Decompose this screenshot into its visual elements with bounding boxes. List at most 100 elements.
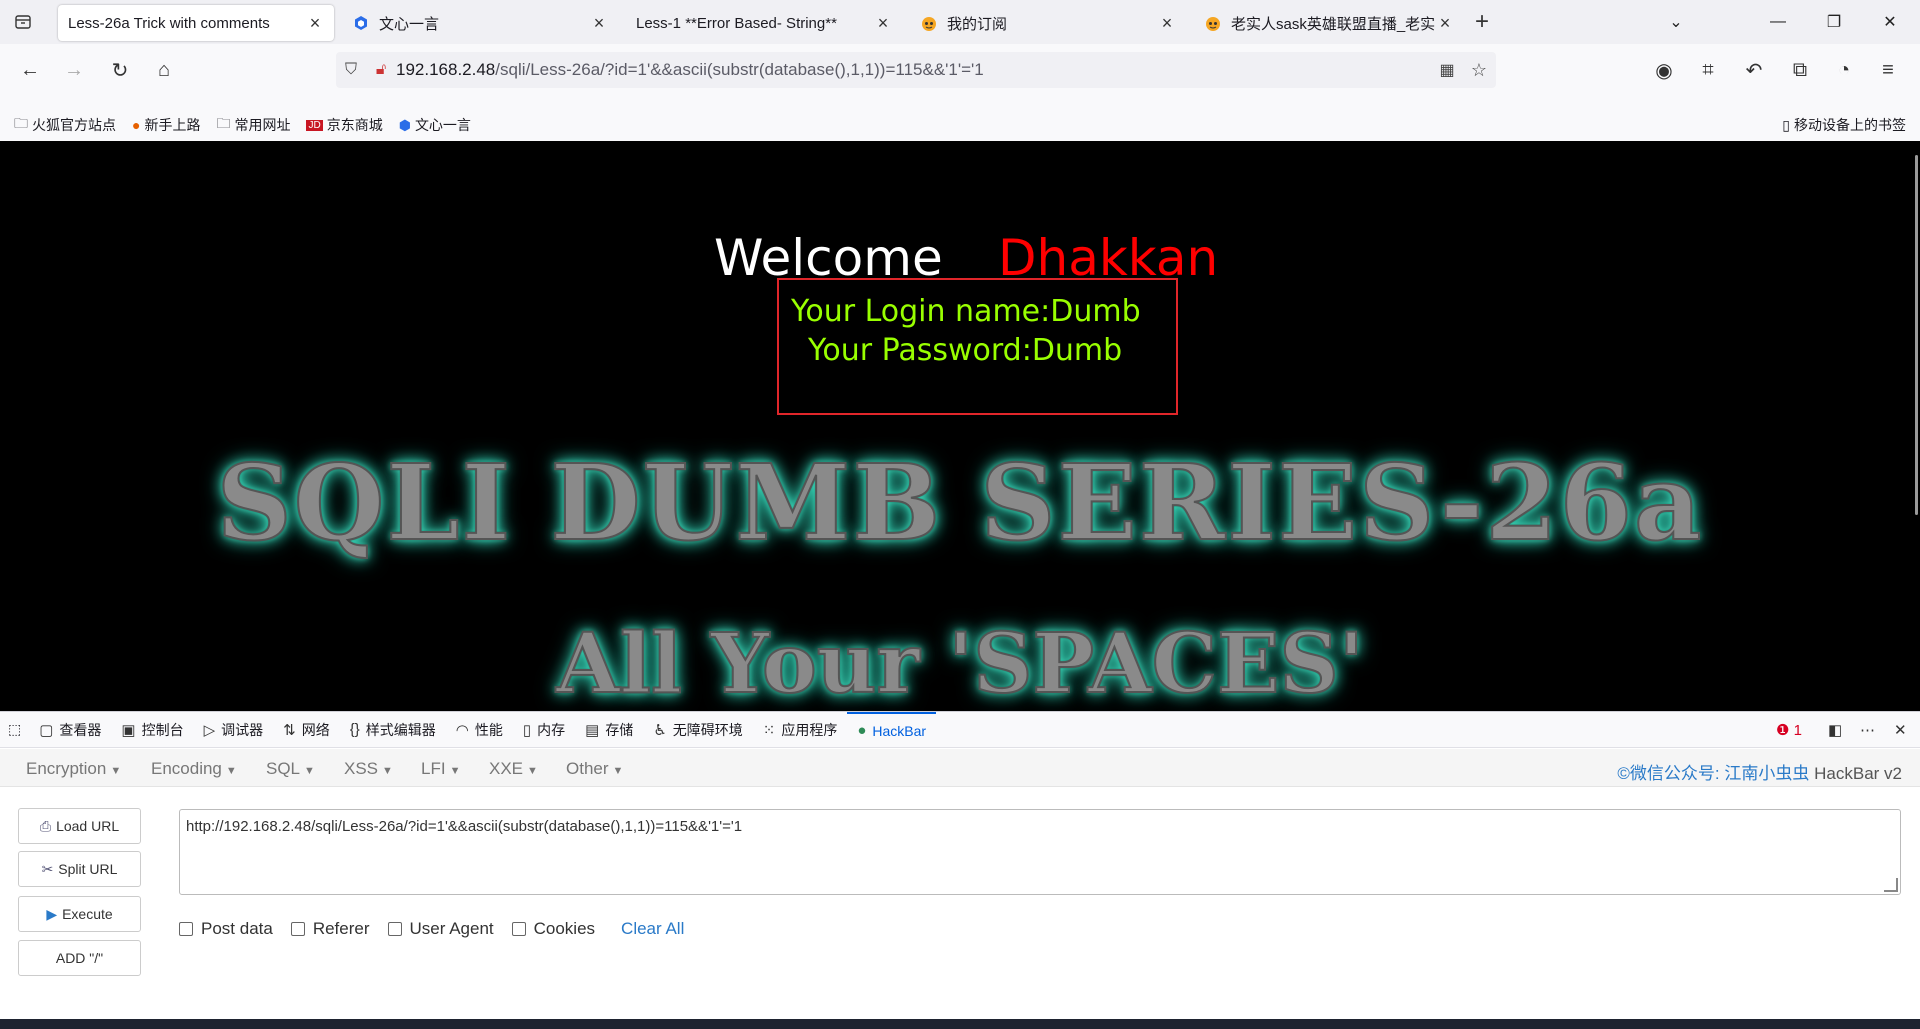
firefox-icon: ● (132, 117, 141, 133)
menu-label: SQL (266, 759, 301, 778)
devtools-toolbar: ⬚ ▢ 查看器 ▣ 控制台 ▷ 调试器 ⇅ 网络 {} 样式编辑器 ◠ 性能 ▯ 内存 ▤ 存储… (0, 711, 1920, 748)
tab-console[interactable]: ▣ 控制台 (111, 712, 193, 748)
qr-code-icon[interactable]: ▦ (1432, 60, 1462, 80)
home-icon[interactable]: ⌂ (148, 54, 180, 86)
tab-wenxin[interactable]: 文心一言 × (342, 5, 618, 41)
insecure-lock-icon[interactable]: 🔓︎ (366, 61, 396, 79)
chevron-down-icon[interactable]: ⌄ (1648, 0, 1704, 44)
tab-list-icon[interactable] (0, 0, 46, 44)
cookies-option[interactable]: Cookies (511, 919, 595, 939)
nav-bar: ← → ↻ ⌂ ⛉ 🔓︎ 192.168.2.48/sqli/Less-26a/… (0, 44, 1920, 116)
tab-performance[interactable]: ◠ 性能 (446, 712, 513, 748)
menu-encoding[interactable]: Encoding ▼ (151, 759, 237, 779)
close-window-icon[interactable]: ✕ (1862, 0, 1918, 44)
menu-xss[interactable]: XSS ▼ (344, 759, 393, 779)
post-data-checkbox[interactable] (179, 922, 193, 936)
back-icon[interactable]: ← (14, 54, 46, 86)
menu-other[interactable]: Other ▼ (566, 759, 623, 779)
clear-all-link[interactable]: Clear All (621, 919, 684, 939)
split-url-button[interactable]: ✂ Split URL (18, 851, 141, 887)
page-scrollbar[interactable] (1915, 155, 1918, 515)
restore-icon[interactable]: ❐ (1806, 0, 1862, 44)
bookmark-item[interactable]: 🗀︎ 常用网址 (216, 113, 290, 137)
referer-checkbox[interactable] (290, 922, 305, 936)
load-url-button[interactable]: ⎙ Load URL (18, 808, 141, 844)
account-icon[interactable]: ◉ (1648, 54, 1680, 86)
bookmark-item[interactable]: ⬢ 文心一言 (399, 115, 471, 135)
menu-sql[interactable]: SQL ▼ (266, 759, 315, 779)
bilibili-icon (920, 14, 938, 32)
forward-icon[interactable]: → (58, 54, 90, 86)
menu-encryption[interactable]: Encryption ▼ (26, 759, 121, 779)
tab-less-1[interactable]: Less-1 **Error Based- String** × (626, 5, 902, 41)
user-agent-checkbox[interactable] (387, 922, 402, 936)
menu-icon[interactable]: ≡ (1872, 54, 1904, 86)
extensions-icon[interactable]: ⧉ (1784, 54, 1816, 86)
url-bar[interactable]: ⛉ 🔓︎ 192.168.2.48/sqli/Less-26a/?id=1'&&… (336, 52, 1496, 88)
add-slash-button[interactable]: ADD "/" (18, 940, 141, 976)
reload-icon[interactable]: ↻ (104, 54, 136, 86)
url-textarea[interactable]: http://192.168.2.48/sqli/Less-26a/?id=1'… (179, 809, 1901, 895)
caret-icon: ▼ (304, 765, 315, 777)
close-icon[interactable]: × (874, 13, 892, 34)
menu-xxe[interactable]: XXE ▼ (489, 759, 538, 779)
close-devtools-icon[interactable]: ✕ (1894, 712, 1907, 748)
error-count[interactable]: ❶ 1 (1776, 712, 1802, 748)
close-icon[interactable]: × (1436, 13, 1454, 34)
close-icon[interactable]: × (1158, 13, 1176, 34)
execute-button[interactable]: ▶ Execute (18, 896, 141, 932)
post-data-option[interactable]: Post data (179, 919, 273, 939)
referer-option[interactable]: Referer (290, 919, 370, 939)
element-picker-icon[interactable]: ⬚ (0, 712, 29, 748)
user-agent-option[interactable]: User Agent (387, 919, 494, 939)
tab-memory[interactable]: ▯ 内存 (513, 712, 575, 748)
tab-title: 我的订阅 (947, 15, 1008, 33)
close-icon[interactable]: × (590, 13, 608, 34)
option-label: Post data (201, 919, 273, 938)
accessibility-icon: ♿︎ (653, 721, 667, 739)
tab-application[interactable]: ⁙ 应用程序 (753, 712, 848, 748)
cookies-checkbox[interactable] (511, 922, 526, 936)
series-banner: SQLI DUMB SERIES-26a (216, 440, 1704, 565)
dock-icon[interactable]: ◧ (1828, 712, 1842, 748)
url-text[interactable]: 192.168.2.48/sqli/Less-26a/?id=1'&&ascii… (396, 60, 984, 80)
tab-network[interactable]: ⇅ 网络 (273, 712, 340, 748)
star-icon[interactable]: ☆ (1462, 60, 1496, 81)
tab-debugger[interactable]: ▷ 调试器 (194, 712, 274, 748)
bookmark-item[interactable]: ● 新手上路 (132, 115, 200, 135)
caret-icon: ▼ (110, 765, 122, 777)
mobile-bookmarks[interactable]: ▯ 移动设备上的书签 (1782, 115, 1906, 135)
new-tab-icon[interactable]: + (1464, 8, 1500, 36)
spaces-banner: All Your 'SPACES' (555, 615, 1365, 711)
error-count-label: 1 (1793, 721, 1802, 739)
close-icon[interactable]: × (306, 13, 324, 34)
menu-label: LFI (421, 759, 446, 778)
tab-label: 性能 (474, 721, 503, 738)
brand-text: ©微信公众号: 江南小虫虫 (1617, 764, 1810, 783)
minimize-icon[interactable]: — (1750, 0, 1806, 44)
tab-live[interactable]: 老实人sask英雄联盟直播_老实 × (1194, 5, 1464, 41)
bookmark-item[interactable]: JD 京东商城 (306, 115, 383, 135)
shield-icon[interactable]: ⛉ (336, 61, 366, 79)
more-icon[interactable]: ⋯ (1860, 712, 1875, 748)
hackbar-menu: Encryption ▼ Encoding ▼ SQL ▼ XSS ▼ LFI ▼ XXE… (0, 749, 1920, 787)
undo-icon[interactable]: ↶ (1738, 54, 1770, 86)
tab-hackbar[interactable]: ● HackBar (847, 711, 937, 748)
tab-accessibility[interactable]: ♿︎ 无障碍环境 (643, 712, 752, 748)
screenshot-icon[interactable]: ⌗ (1692, 54, 1724, 86)
menu-lfi[interactable]: LFI ▼ (421, 759, 460, 779)
inspector-icon: ▢ (39, 721, 54, 739)
tab-style-editor[interactable]: {} 样式编辑器 (340, 712, 446, 748)
tab-less-26a[interactable]: Less-26a Trick with comments × (58, 5, 334, 41)
gauge-icon: ◠ (455, 721, 469, 739)
resize-grip-icon[interactable] (1884, 878, 1898, 892)
tab-subscriptions[interactable]: 我的订阅 × (910, 5, 1186, 41)
hackbar-ext-icon[interactable]: ◔ (1828, 54, 1860, 86)
bookmark-item[interactable]: 🗀︎ 火狐官方站点 (14, 113, 116, 137)
tab-storage[interactable]: ▤ 存储 (575, 712, 643, 748)
wenxin-icon (352, 14, 370, 32)
tab-inspector[interactable]: ▢ 查看器 (29, 712, 111, 748)
tab-bar: Less-26a Trick with comments × 文心一言 × Le… (0, 0, 1920, 44)
url-path: /sqli/Less-26a/?id=1'&&ascii(substr(data… (495, 60, 984, 79)
bookmark-label: 京东商城 (326, 117, 383, 133)
